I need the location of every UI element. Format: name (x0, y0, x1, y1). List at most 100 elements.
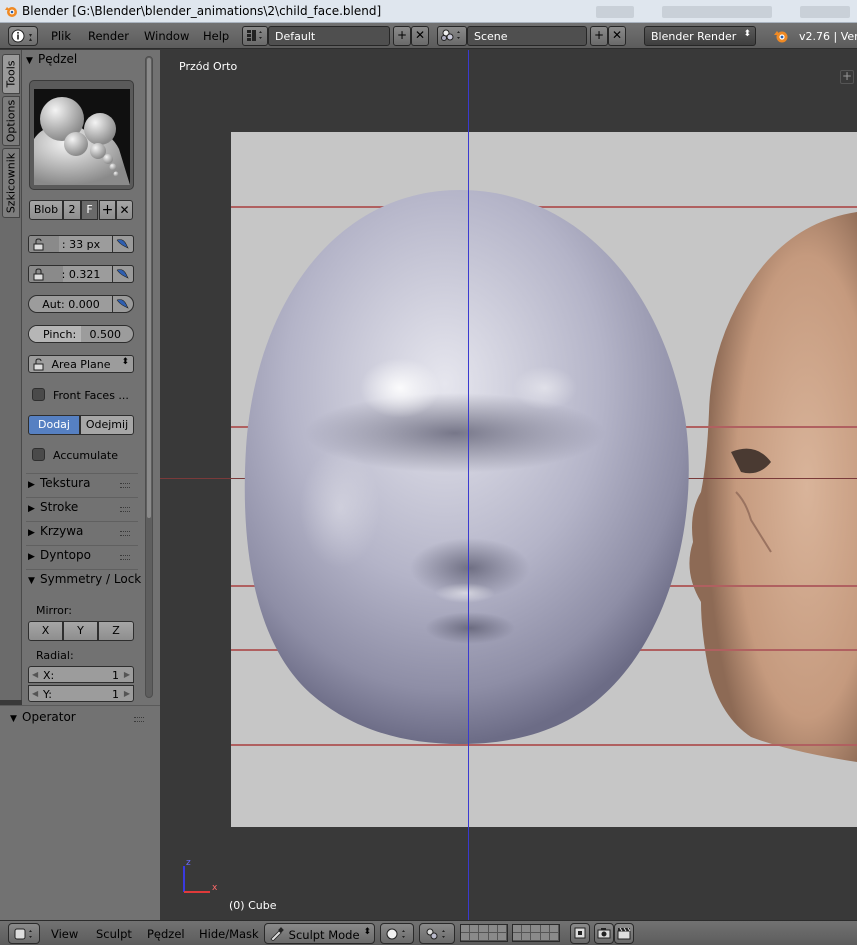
scrollbar-thumb[interactable] (147, 58, 151, 518)
panel-divider (26, 545, 138, 546)
view-name-label: Przód Orto (179, 60, 238, 73)
collapsed-triangle-icon: ▶ (28, 504, 35, 514)
direction-subtract-button[interactable]: Odejmij (80, 415, 134, 435)
menu-sculpt[interactable]: Sculpt (96, 927, 132, 941)
mirror-y-toggle[interactable]: Y (63, 621, 98, 641)
brush-panel-header[interactable]: ▼ Pędzel (26, 52, 77, 72)
scene-icon[interactable] (437, 26, 467, 46)
tool-shelf-scrollbar[interactable] (145, 56, 153, 698)
autosmooth-pressure-toggle[interactable] (112, 295, 134, 313)
grip-icon[interactable] (120, 531, 130, 536)
opengl-animation-button[interactable] (614, 923, 634, 944)
dyntopo-panel-header[interactable]: ▶ Dyntopo (28, 548, 136, 568)
accumulate-checkbox[interactable] (32, 448, 45, 461)
title-blur-decoration (596, 6, 634, 18)
operator-panel: ▼ Operator (0, 705, 160, 920)
render-engine-label: Blender Render (651, 30, 737, 43)
pen-pressure-icon (116, 269, 129, 279)
unlink-brush-icon[interactable]: ✕ (116, 200, 133, 220)
menu-brush[interactable]: Pędzel (147, 927, 185, 941)
pivot-point-dropdown[interactable] (419, 923, 455, 944)
decrement-arrow-icon[interactable]: ◀ (32, 689, 38, 698)
mirror-label: Mirror: (36, 604, 72, 617)
blender-logo-icon (774, 31, 788, 43)
menu-hide-mask[interactable]: Hide/Mask (199, 927, 259, 941)
panel-divider (26, 473, 138, 474)
operator-panel-header[interactable]: ▼ Operator (10, 710, 150, 730)
collapsed-triangle-icon: ▶ (28, 480, 35, 490)
texture-panel-header[interactable]: ▶ Tekstura (28, 476, 136, 496)
pen-pressure-icon (116, 299, 129, 309)
layer-grid-2[interactable] (512, 924, 560, 942)
pivot-icon (426, 928, 445, 940)
close-icon[interactable]: ✕ (411, 26, 429, 46)
add-brush-icon[interactable]: + (99, 200, 116, 220)
increment-arrow-icon[interactable]: ▶ (124, 689, 130, 698)
screen-layout-field[interactable]: Default (268, 26, 390, 46)
screen-layout-icon[interactable] (242, 26, 268, 46)
updown-arrow-icon: ⬍ (743, 29, 751, 39)
pen-pressure-icon (116, 239, 129, 249)
menu-window[interactable]: Window (144, 29, 189, 43)
mirror-x-toggle[interactable]: X (28, 621, 63, 641)
brush-name-field[interactable]: Blob (29, 200, 63, 220)
lock-layers-button[interactable] (570, 923, 590, 944)
layer-grid-1[interactable] (460, 924, 508, 942)
version-label: v2.76 | Ver (799, 30, 857, 43)
sculpt-mesh-head[interactable] (240, 188, 700, 748)
grip-icon[interactable] (120, 507, 130, 512)
decrement-arrow-icon[interactable]: ◀ (32, 670, 38, 679)
add-icon[interactable]: + (590, 26, 608, 46)
sculpt-plane-dropdown[interactable]: Area Plane ⬍ (28, 355, 134, 373)
grip-icon[interactable] (134, 717, 144, 722)
grip-icon[interactable] (120, 555, 130, 560)
expanded-triangle-icon: ▼ (26, 56, 33, 66)
increment-arrow-icon[interactable]: ▶ (124, 670, 130, 679)
tab-szkicownik[interactable]: Szkicownik (2, 148, 20, 218)
stroke-panel-header[interactable]: ▶ Stroke (28, 500, 136, 520)
menu-view[interactable]: View (51, 927, 78, 941)
strength-pressure-toggle[interactable] (112, 265, 134, 283)
radial-y-field[interactable]: ◀ Y: 1 ▶ (28, 685, 134, 702)
fake-user-toggle[interactable]: F (81, 200, 98, 220)
grip-icon[interactable] (120, 483, 130, 488)
brush-preview[interactable] (29, 80, 134, 190)
collapsed-triangle-icon: ▶ (28, 552, 35, 562)
tab-options[interactable]: Options (2, 96, 20, 146)
solid-shading-icon (386, 928, 405, 940)
camera-icon (597, 928, 611, 939)
title-blur-decoration (800, 6, 850, 18)
mode-dropdown[interactable]: Sculpt Mode ⬍ (264, 923, 375, 944)
sculpt-brush-icon (270, 927, 284, 942)
close-icon[interactable]: ✕ (608, 26, 626, 46)
axis-z-label: z (186, 858, 191, 868)
properties-toggle-icon[interactable]: + (840, 70, 854, 84)
window-title: Blender [G:\Blender\blender_animations\2… (22, 4, 382, 18)
updown-arrow-icon: ⬍ (121, 357, 129, 367)
direction-add-button[interactable]: Dodaj (28, 415, 80, 435)
brush-users-count[interactable]: 2 (63, 200, 81, 220)
editor-type-button[interactable] (8, 26, 38, 46)
pinch-value: 0.500 (89, 328, 122, 341)
scene-field[interactable]: Scene (467, 26, 587, 46)
radius-pressure-toggle[interactable] (112, 235, 134, 253)
opengl-render-button[interactable] (594, 923, 614, 944)
menu-render[interactable]: Render (88, 29, 129, 43)
editor-type-button[interactable] (8, 923, 40, 944)
front-faces-checkbox[interactable] (32, 388, 45, 401)
menu-help[interactable]: Help (203, 29, 229, 43)
radial-x-field[interactable]: ◀ X: 1 ▶ (28, 666, 134, 683)
brush-panel-title: Pędzel (38, 52, 78, 66)
tab-tools[interactable]: Tools (2, 54, 20, 94)
front-faces-label: Front Faces ... (53, 389, 129, 402)
layers-icon (574, 927, 586, 939)
add-icon[interactable]: + (393, 26, 411, 46)
viewport-shading-dropdown[interactable] (380, 923, 414, 944)
menu-file[interactable]: Plik (51, 29, 71, 43)
pinch-slider[interactable]: Pinch: 0.500 (28, 325, 134, 343)
mirror-z-toggle[interactable]: Z (98, 621, 134, 641)
3d-viewport[interactable]: Przód Orto + z x (0) Cube (160, 50, 857, 920)
symmetry-panel-header[interactable]: ▼ Symmetry / Lock (28, 572, 141, 592)
curve-panel-header[interactable]: ▶ Krzywa (28, 524, 136, 544)
render-engine-dropdown[interactable]: Blender Render ⬍ (644, 26, 756, 46)
